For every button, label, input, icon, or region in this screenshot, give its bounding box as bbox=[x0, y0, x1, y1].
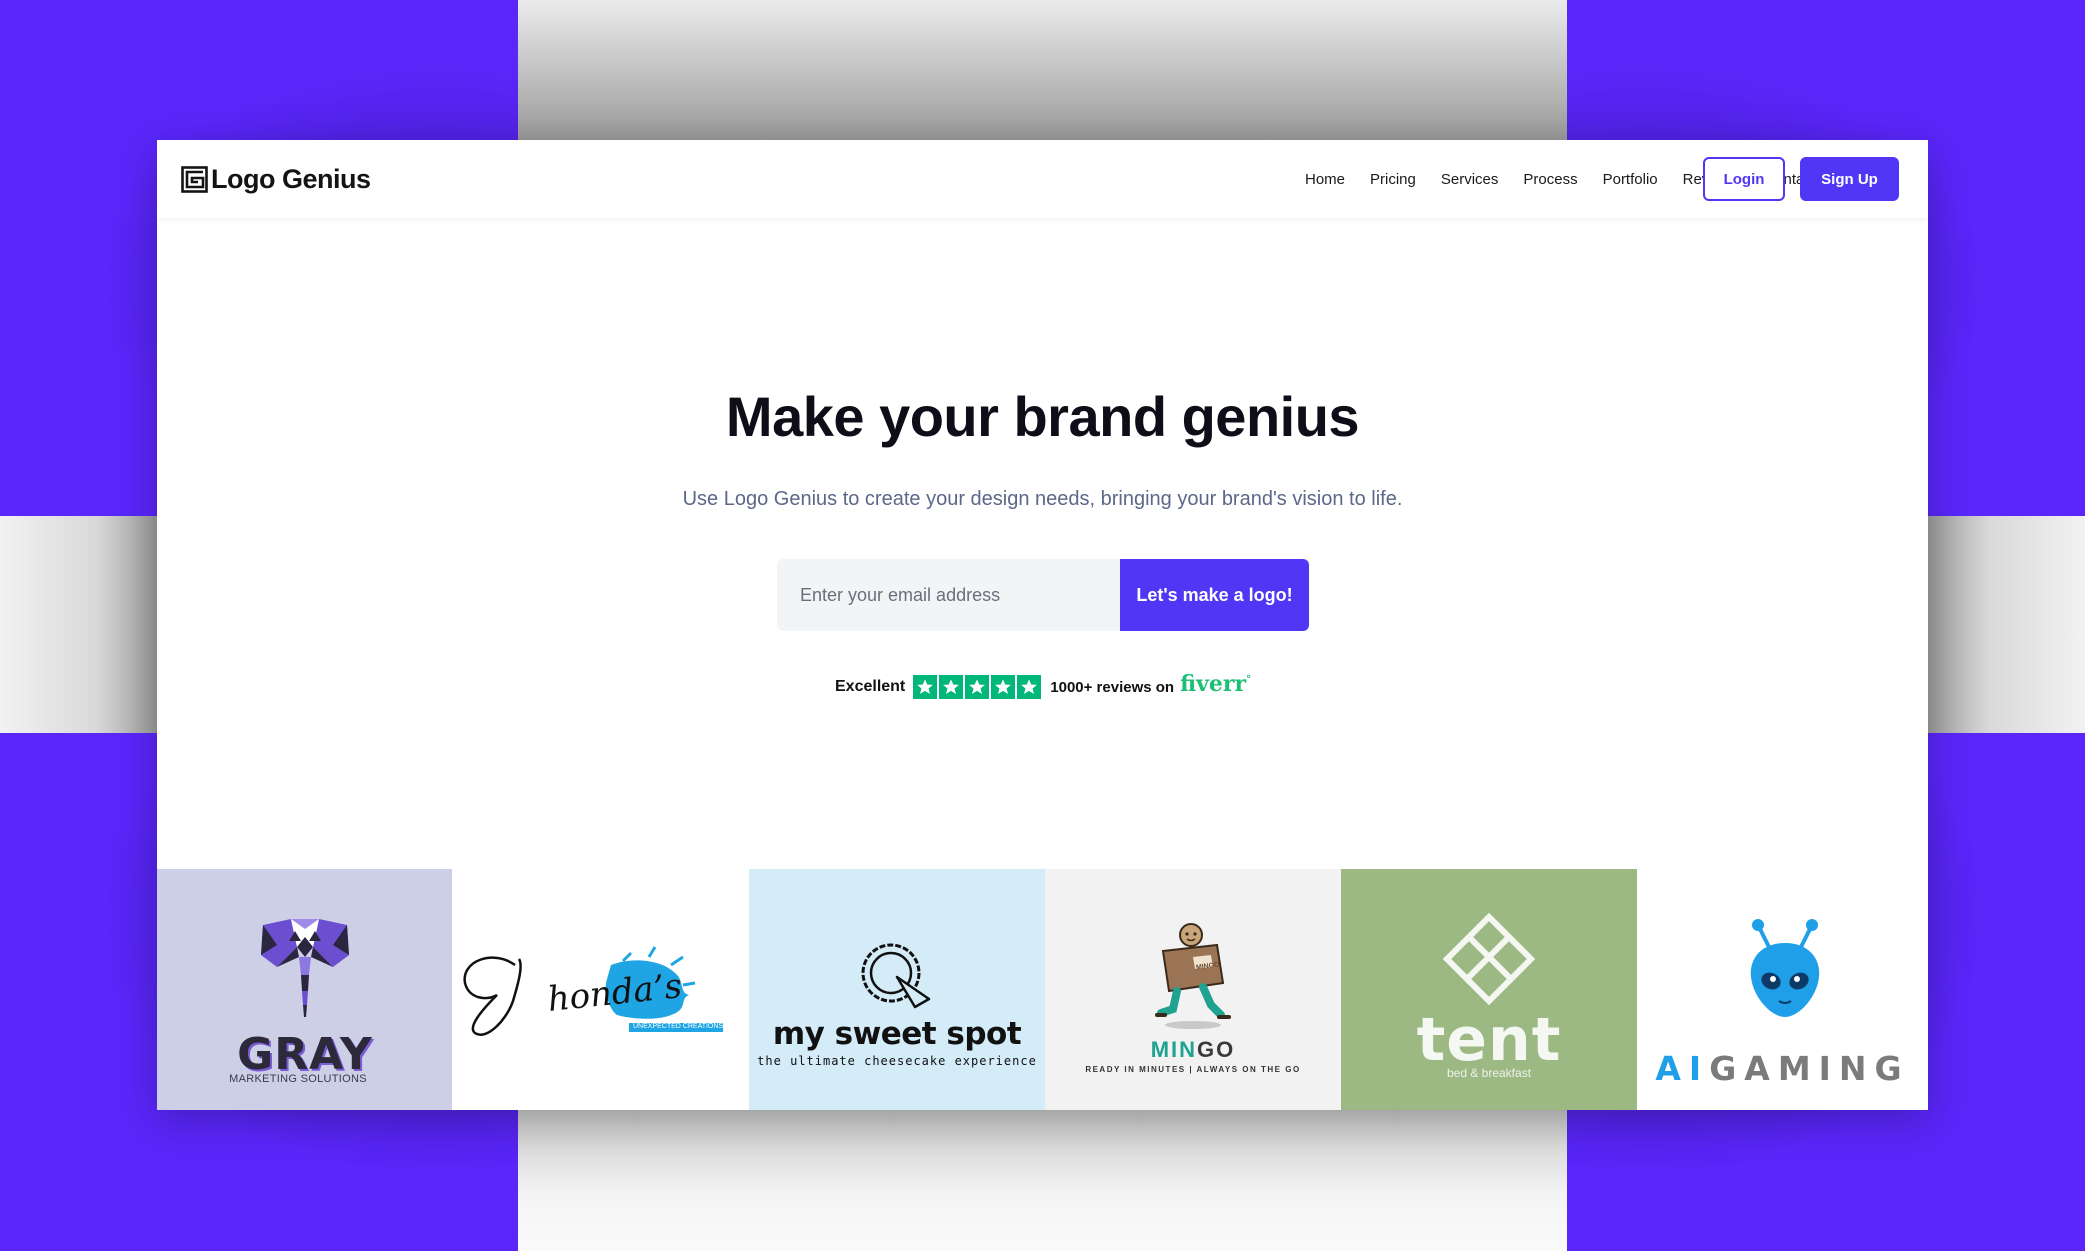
portfolio-tile-shondas[interactable]: honda’s UNEXPECTED CREATIONS bbox=[453, 869, 749, 1110]
review-rating: Excellent 1000+ reviews on fiverr° bbox=[835, 671, 1251, 700]
background-gray-bottom bbox=[518, 1110, 1567, 1251]
gray-logo-tagline: MARKETING SOLUTIONS bbox=[229, 1073, 367, 1085]
alien-icon bbox=[1750, 919, 1820, 1017]
aigaming-logo-text: AIGAMING bbox=[1655, 1049, 1910, 1088]
top-navbar: Logo Genius Home Pricing Services Proces… bbox=[157, 140, 1928, 218]
star-rating bbox=[913, 675, 1042, 699]
email-input[interactable] bbox=[777, 559, 1120, 631]
logo-genius-icon bbox=[181, 166, 208, 193]
nav-process[interactable]: Process bbox=[1523, 171, 1577, 188]
star-icon bbox=[913, 675, 938, 699]
hero-title: Make your brand genius bbox=[725, 385, 1360, 448]
star-icon bbox=[991, 675, 1016, 699]
nav-services[interactable]: Services bbox=[1441, 171, 1499, 188]
portfolio-tile-aigaming[interactable]: AIGAMING bbox=[1637, 869, 1928, 1110]
tent-icon bbox=[1442, 913, 1536, 1005]
portfolio-tile-gray[interactable]: GRAY MARKETING SOLUTIONS bbox=[157, 869, 453, 1110]
tent-logo-tagline: bed & breakfast bbox=[1446, 1066, 1532, 1080]
background-gray-right bbox=[1925, 516, 2085, 733]
shondas-logo-tagline: UNEXPECTED CREATIONS bbox=[633, 1023, 724, 1030]
portfolio-logo-strip: GRAY MARKETING SOLUTIONS honda’s UNEXPEC… bbox=[157, 869, 1928, 1110]
star-icon bbox=[1017, 675, 1042, 699]
star-icon bbox=[965, 675, 990, 699]
email-signup-form: Let's make a logo! bbox=[777, 559, 1309, 631]
reviews-count-text: 1000+ reviews on bbox=[1050, 678, 1175, 696]
portfolio-tile-tent[interactable]: tent bed & breakfast bbox=[1341, 869, 1637, 1110]
nav-pricing[interactable]: Pricing bbox=[1370, 171, 1416, 188]
website-page: Logo Genius Home Pricing Services Proces… bbox=[157, 140, 1928, 1110]
make-logo-button[interactable]: Let's make a logo! bbox=[1120, 559, 1309, 631]
star-icon bbox=[939, 675, 964, 699]
background-gray-left bbox=[0, 516, 160, 733]
sweet-spot-logo-tagline: the ultimate cheesecake experience bbox=[757, 1054, 1037, 1068]
hero-subtitle: Use Logo Genius to create your design ne… bbox=[682, 488, 1403, 510]
brand-name: Logo Genius bbox=[211, 164, 371, 194]
delivery-mascot-icon bbox=[1155, 923, 1231, 1029]
mingo-logo-tagline: READY IN MINUTES | ALWAYS ON THE GO bbox=[1085, 1065, 1301, 1074]
signup-button[interactable]: Sign Up bbox=[1800, 157, 1899, 201]
shondas-signature-logo: honda’s bbox=[463, 946, 723, 1036]
portfolio-tile-mingo[interactable]: MINGO MINGO READY IN MINUTES | ALWAYS ON… bbox=[1045, 869, 1341, 1110]
sweet-spot-logo-text: my sweet spot bbox=[772, 1016, 1022, 1052]
nav-portfolio[interactable]: Portfolio bbox=[1603, 171, 1658, 188]
portfolio-tile-sweet-spot[interactable]: my sweet spot the ultimate cheesecake ex… bbox=[749, 869, 1045, 1110]
login-button[interactable]: Login bbox=[1703, 157, 1785, 201]
fiverr-logo[interactable]: fiverr° bbox=[1180, 671, 1251, 697]
pie-icon bbox=[861, 943, 931, 1009]
rating-label: Excellent bbox=[835, 678, 906, 695]
nav-home[interactable]: Home bbox=[1305, 171, 1345, 188]
brand-logo[interactable]: Logo Genius bbox=[181, 164, 371, 195]
mingo-logo-text: MINGO bbox=[1150, 1037, 1236, 1062]
background-gray-top bbox=[518, 0, 1567, 140]
elephant-icon bbox=[261, 919, 349, 1017]
tent-logo-text: tent bbox=[1416, 1005, 1562, 1075]
